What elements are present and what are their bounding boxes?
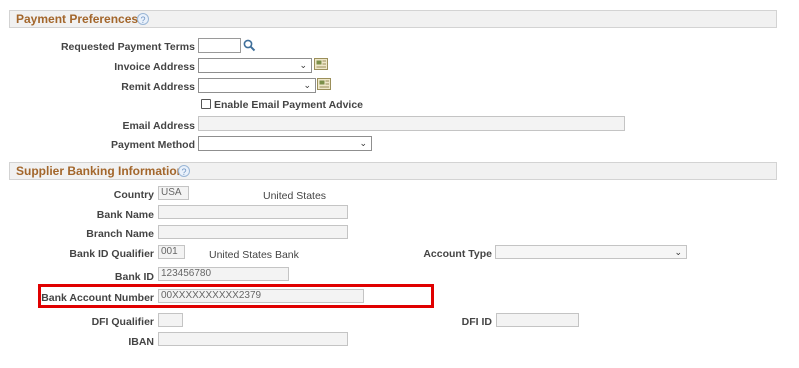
country-label: Country: [113, 189, 154, 201]
dfi-qualifier-field[interactable]: [158, 313, 183, 327]
remit-address-select[interactable]: ⌄: [198, 78, 316, 93]
bank-name-field[interactable]: [158, 205, 348, 219]
branch-name-label: Branch Name: [86, 228, 154, 240]
invoice-address-label: Invoice Address: [114, 61, 195, 73]
email-address-field[interactable]: [198, 116, 625, 131]
bank-id-qualifier-label: Bank ID Qualifier: [69, 248, 154, 260]
bank-id-field[interactable]: 123456780: [158, 267, 289, 281]
chevron-down-icon: ⌄: [299, 60, 307, 70]
supplier-banking-header: Supplier Banking Information ?: [9, 162, 777, 180]
dfi-id-label: DFI ID: [461, 316, 492, 328]
payment-preferences-title: Payment Preferences: [16, 12, 139, 26]
payment-method-select[interactable]: ⌄: [198, 136, 372, 151]
account-type-label: Account Type: [423, 248, 492, 260]
bank-id-qualifier-field[interactable]: 001: [158, 245, 185, 259]
account-type-select[interactable]: ⌄: [495, 245, 687, 259]
branch-name-field[interactable]: [158, 225, 348, 239]
chevron-down-icon: ⌄: [674, 247, 682, 257]
invoice-address-select[interactable]: ⌄: [198, 58, 312, 73]
address-detail-icon[interactable]: [314, 58, 328, 73]
address-detail-icon[interactable]: [317, 78, 331, 93]
payment-method-label: Payment Method: [110, 139, 195, 151]
dfi-qualifier-label: DFI Qualifier: [91, 316, 154, 328]
bank-id-label: Bank ID: [114, 271, 154, 283]
chevron-down-icon: ⌄: [303, 80, 311, 90]
requested-payment-terms-input[interactable]: [198, 38, 241, 53]
chevron-down-icon: ⌄: [359, 138, 367, 148]
bank-name-label: Bank Name: [96, 209, 154, 221]
country-description: United States: [263, 190, 327, 202]
enable-email-payment-advice-label: Enable Email Payment Advice: [214, 99, 364, 111]
bank-id-qualifier-description: United States Bank: [209, 249, 299, 261]
payment-preferences-header: Payment Preferences ?: [9, 10, 777, 28]
remit-address-label: Remit Address: [121, 81, 195, 93]
email-address-label: Email Address: [122, 120, 195, 132]
search-icon[interactable]: [243, 39, 256, 55]
help-icon[interactable]: ?: [137, 13, 149, 25]
requested-payment-terms-label: Requested Payment Terms: [60, 41, 195, 53]
iban-label: IBAN: [128, 336, 154, 348]
bank-account-number-field[interactable]: 00XXXXXXXXXX2379: [158, 289, 364, 303]
bank-account-number-label: Bank Account Number: [41, 292, 154, 304]
iban-field[interactable]: [158, 332, 348, 346]
country-field[interactable]: USA: [158, 186, 189, 200]
dfi-id-field[interactable]: [496, 313, 579, 327]
enable-email-payment-advice-checkbox[interactable]: [201, 99, 211, 109]
supplier-banking-title: Supplier Banking Information: [16, 164, 185, 178]
help-icon[interactable]: ?: [178, 165, 190, 177]
